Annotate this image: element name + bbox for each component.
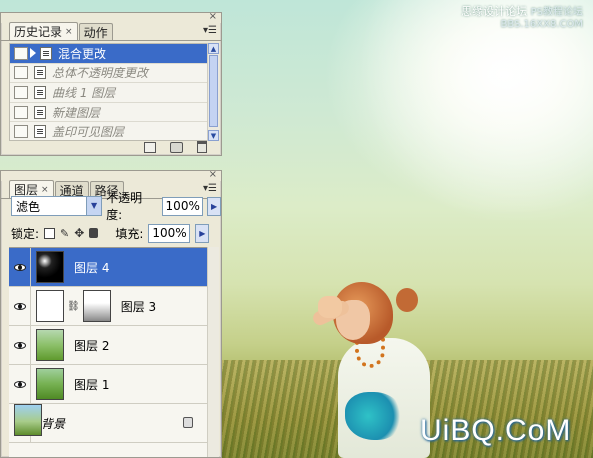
blend-opacity-row: 滤色 ▼ 不透明度: 100% ▶ bbox=[11, 191, 222, 222]
layer-thumbnail bbox=[36, 329, 64, 361]
lock-label: 锁定: bbox=[11, 226, 40, 241]
hair-bun bbox=[396, 288, 418, 312]
tab-history-label: 历史记录 bbox=[14, 25, 63, 39]
layer-thumbnail bbox=[36, 368, 64, 400]
visibility-eye-icon[interactable] bbox=[9, 248, 31, 286]
watermark-line1: 思缘设计论坛 bbox=[461, 5, 528, 18]
scroll-up-icon[interactable]: ▲ bbox=[208, 43, 219, 54]
layer-name: 图层 4 bbox=[74, 260, 110, 275]
watermark-line3: BBS.16XX8.COM bbox=[500, 19, 583, 30]
tab-close-icon[interactable]: × bbox=[41, 185, 49, 195]
opacity-input[interactable]: 100% bbox=[161, 196, 204, 216]
tab-history[interactable]: 历史记录 × bbox=[9, 22, 78, 40]
layer-thumbnail bbox=[14, 404, 42, 436]
layer-row[interactable]: 图层 2 bbox=[9, 326, 209, 365]
history-item[interactable]: 新建图层 bbox=[10, 103, 208, 123]
history-state-icon bbox=[34, 66, 46, 80]
scroll-thumb[interactable] bbox=[209, 55, 218, 127]
history-item-label: 曲线 1 图层 bbox=[52, 85, 116, 100]
fill-label: 填充: bbox=[115, 226, 144, 241]
layer-row[interactable]: ⛓ 图层 3 bbox=[9, 287, 209, 326]
layer-mask-thumbnail[interactable] bbox=[82, 290, 111, 322]
history-item-label: 盖印可见图层 bbox=[52, 125, 125, 140]
opacity-arrow-icon[interactable]: ▶ bbox=[207, 196, 222, 216]
tab-actions[interactable]: 动作 bbox=[78, 23, 113, 40]
lock-icon bbox=[183, 417, 193, 428]
history-list: 混合更改 总体不透明度更改 曲线 1 图层 新建图层 盖印可见图层 bbox=[9, 43, 209, 141]
history-item[interactable]: 曲线 1 图层 bbox=[10, 83, 208, 103]
chevron-down-icon[interactable]: ▼ bbox=[86, 197, 102, 215]
lock-transparency-icon[interactable] bbox=[44, 227, 56, 239]
history-tabs: 历史记录 × 动作 ▾☰ bbox=[1, 22, 221, 41]
fill-input[interactable]: 100% bbox=[148, 223, 191, 243]
watermark-top: 思缘设计论坛 PS教程论坛 BBS.16XX8.COM bbox=[461, 6, 583, 31]
layer-row[interactable]: 图层 1 bbox=[9, 365, 209, 404]
blend-mode-value: 滤色 bbox=[16, 199, 41, 214]
layer-row[interactable]: 图层 4 bbox=[9, 248, 209, 287]
lock-all-icon[interactable] bbox=[89, 228, 99, 238]
girl-hand bbox=[318, 296, 342, 318]
layer-name: 图层 1 bbox=[74, 377, 110, 392]
history-state-icon bbox=[34, 105, 46, 119]
layer-row[interactable]: 背景 bbox=[9, 404, 209, 443]
layer-name: 背景 bbox=[41, 416, 66, 431]
layers-scrollbar[interactable] bbox=[207, 247, 219, 457]
layer-name: 图层 3 bbox=[120, 299, 157, 314]
layer-thumbnail bbox=[36, 251, 64, 283]
layer-list: 图层 4 ⛓ 图层 3 图层 2 图层 1 背景 bbox=[9, 247, 209, 457]
history-item[interactable]: 总体不透明度更改 bbox=[10, 64, 208, 84]
layer-name: 图层 2 bbox=[74, 338, 110, 353]
history-item-label: 新建图层 bbox=[52, 105, 101, 120]
history-footer bbox=[1, 139, 221, 155]
watermark-line2: PS教程论坛 bbox=[530, 7, 583, 18]
history-state-icon bbox=[40, 46, 52, 60]
snapshot-checkbox[interactable] bbox=[14, 105, 28, 119]
history-item-label: 混合更改 bbox=[58, 46, 107, 61]
panel-menu-icon[interactable]: ▾☰ bbox=[203, 25, 217, 36]
fill-arrow-icon[interactable]: ▶ bbox=[195, 223, 210, 243]
lock-pixels-brush-icon[interactable]: ✎ bbox=[60, 227, 69, 240]
blend-mode-select[interactable]: 滤色 ▼ bbox=[11, 196, 103, 216]
sun-glow bbox=[350, 0, 593, 220]
tab-close-icon[interactable]: × bbox=[65, 27, 73, 37]
history-item[interactable]: 混合更改 bbox=[10, 44, 208, 64]
shirt-print bbox=[345, 392, 403, 440]
layer-thumbnail bbox=[36, 290, 64, 322]
chain-link-icon[interactable]: ⛓ bbox=[67, 301, 80, 312]
panel-close-icon[interactable]: × bbox=[209, 170, 217, 180]
snapshot-checkbox[interactable] bbox=[14, 85, 28, 99]
watermark-bottom: UiBQ.CoM bbox=[420, 414, 572, 447]
history-scrollbar[interactable]: ▲ ▼ bbox=[207, 43, 219, 141]
history-state-arrow-icon bbox=[30, 48, 36, 59]
snapshot-checkbox[interactable] bbox=[14, 125, 28, 139]
tab-actions-label: 动作 bbox=[83, 25, 108, 40]
visibility-eye-icon[interactable] bbox=[9, 326, 31, 364]
new-document-icon[interactable] bbox=[144, 141, 156, 153]
panel-menu-icon[interactable]: ▾☰ bbox=[203, 183, 217, 194]
history-state-icon bbox=[34, 85, 46, 99]
lock-position-move-icon[interactable]: ✥ bbox=[74, 226, 84, 240]
trash-icon[interactable] bbox=[197, 141, 207, 153]
history-panel: × 历史记录 × 动作 ▾☰ 混合更改 总体不透明度更改 曲线 1 图层 新建图… bbox=[0, 12, 222, 156]
layers-panel: × 图层 × 通道 路径 ▾☰ 滤色 ▼ 不透明度: 100% ▶ 锁定: ✎ … bbox=[0, 170, 222, 458]
snapshot-checkbox[interactable] bbox=[14, 66, 28, 80]
opacity-label: 不透明度: bbox=[106, 191, 143, 222]
visibility-eye-icon[interactable] bbox=[9, 287, 31, 325]
snapshot-checkbox[interactable] bbox=[14, 46, 28, 60]
snapshot-camera-icon[interactable] bbox=[170, 141, 183, 153]
panel-close-icon[interactable]: × bbox=[209, 12, 217, 22]
history-item-label: 总体不透明度更改 bbox=[52, 66, 149, 81]
lock-fill-row: 锁定: ✎ ✥ 填充: 100% ▶ bbox=[11, 223, 210, 243]
visibility-eye-icon[interactable] bbox=[9, 365, 31, 403]
history-state-icon bbox=[34, 125, 46, 139]
